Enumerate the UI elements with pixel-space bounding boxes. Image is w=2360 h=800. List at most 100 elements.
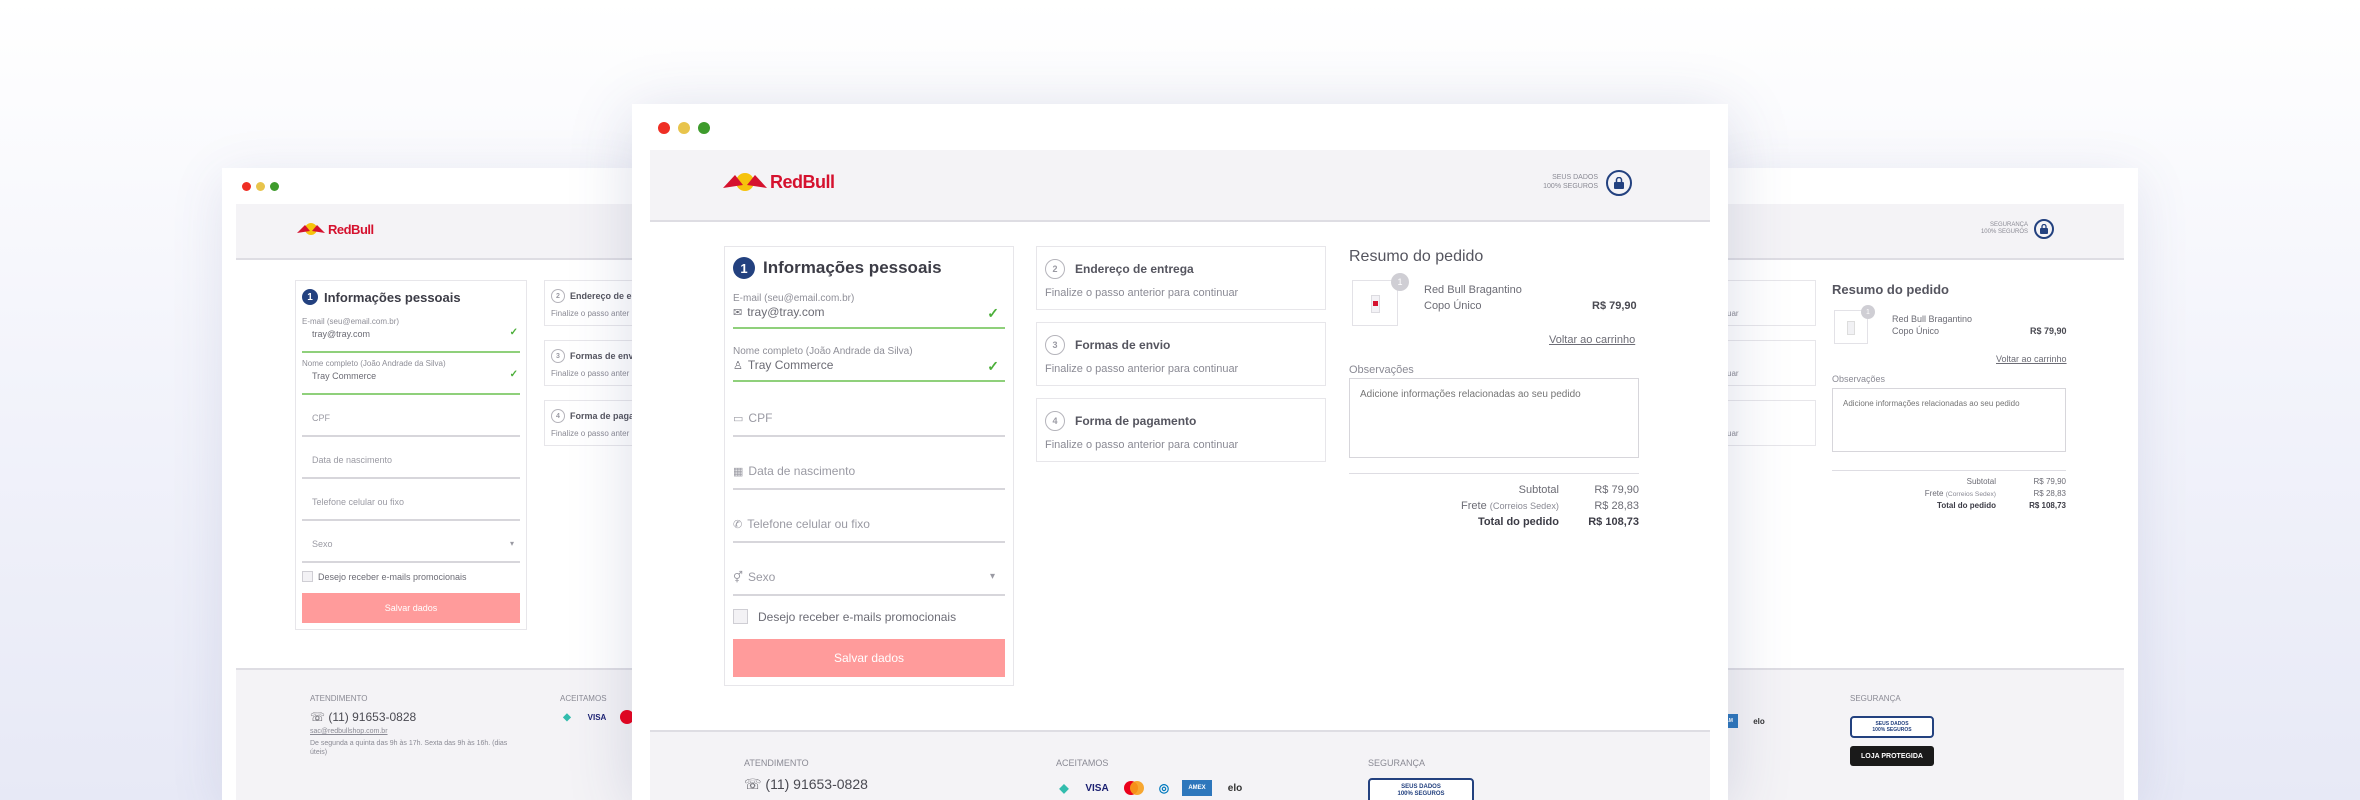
right-summary-divider (1832, 470, 2066, 471)
shipping-method-subtitle: Finalize o passo anterior para continuar (1045, 363, 1239, 375)
left-personal-title: 1 Informações pessoais (302, 289, 461, 305)
notes-textarea[interactable] (1349, 378, 1639, 458)
email-field[interactable]: E-mail (seu@email.com.br) ✉ tray@tray.com… (733, 293, 1005, 329)
phone-icon: ✆ (733, 518, 743, 531)
right-product-name: Red Bull Bragantino (1892, 314, 1973, 324)
email-value: ✉ tray@tray.com (733, 305, 825, 319)
delivery-address-step[interactable]: 2 Endereço de entrega Finalize o passo a… (1036, 246, 1326, 310)
right-step3-subtitle: uar (1727, 369, 1739, 378)
main-minimize-dot-icon[interactable] (678, 122, 690, 134)
right-security-text: SEGURANÇA 100% SEGUROS (1980, 221, 2028, 236)
shipping-method-label: Formas de envio (1075, 338, 1171, 352)
left-cpf-field[interactable]: CPF (302, 409, 520, 437)
left-email-value: tray@tray.com (312, 329, 370, 339)
right-footer-security-title: SEGURANÇA (1850, 694, 1901, 703)
delivery-address-label: Endereço de entrega (1075, 262, 1194, 276)
step-4-number: 4 (1045, 411, 1065, 431)
left-phone-field[interactable]: Telefone celular ou fixo (302, 493, 520, 521)
right-summary-title: Resumo do pedido (1832, 282, 1949, 297)
right-product-price: R$ 79,90 (2030, 326, 2067, 336)
shipping-row: Frete (Correios Sedex) R$ 28,83 (1349, 500, 1639, 512)
payment-method-title: 4 Forma de pagamento (1045, 411, 1196, 431)
product-name: Red Bull Bragantino (1424, 284, 1522, 296)
left-step4-label: Forma de paga (570, 411, 635, 421)
left-cpf-placeholder: CPF (312, 413, 330, 423)
phone-field[interactable]: ✆ Telefone celular ou fixo (733, 511, 1005, 543)
left-footer-email[interactable]: sac@redbullshop.com.br (310, 728, 388, 737)
left-step4-number: 4 (551, 409, 565, 423)
left-name-value: Tray Commerce (312, 371, 377, 381)
right-shipping-row: Frete (Correios Sedex) R$ 28,83 (1924, 489, 2066, 498)
shipping-value: R$ 28,83 (1594, 500, 1639, 512)
left-footer-phone: ☏ (11) 91653-0828 (310, 710, 417, 724)
left-checkbox-box (302, 571, 313, 582)
left-newsletter-checkbox[interactable]: Desejo receber e-mails promocionais (302, 571, 467, 582)
gender-select[interactable]: ⚥ Sexo ▾ (733, 564, 1005, 596)
left-email-check-icon: ✓ (509, 327, 518, 338)
back-to-cart-link[interactable]: Voltar ao carrinho (1549, 334, 1635, 346)
left-email-field[interactable]: E-mail (seu@email.com.br) tray@tray.com … (302, 317, 520, 353)
gender-placeholder: ⚥ Sexo (733, 570, 776, 584)
site-footer: ATENDIMENTO ☏ (11) 91653-0828 ACEITAMOS … (650, 730, 1710, 800)
redbull-logo[interactable]: RedBull (722, 170, 835, 194)
redbull-logo[interactable]: RedBull (296, 221, 374, 237)
right-step3-card: uar (1720, 340, 1816, 386)
notes-label: Observações (1349, 364, 1414, 376)
footer-security-title: SEGURANÇA (1368, 758, 1426, 768)
left-preview-window: RedBull 1 Informações pessoais E-mail (s… (222, 168, 642, 800)
subtotal-value: R$ 79,90 (1594, 484, 1639, 496)
gender-icon: ⚥ (733, 571, 743, 584)
right-security-badge: SEGURANÇA 100% SEGUROS (1981, 219, 2054, 239)
cpf-placeholder: ▭ CPF (733, 411, 773, 425)
shipping-method-step[interactable]: 3 Formas de envio Finalize o passo anter… (1036, 322, 1326, 386)
right-total-row: Total do pedido R$ 108,73 (1937, 501, 2066, 510)
security-badge: SEUS DADOS 100% SEGUROS (1543, 170, 1632, 196)
left-birth-field[interactable]: Data de nascimento (302, 451, 520, 479)
full-name-value: ♙ Tray Commerce (733, 358, 834, 372)
main-close-dot-icon[interactable] (658, 122, 670, 134)
right-preview-window: SEGURANÇA 100% SEGUROS uar uar uar Resum… (1720, 168, 2138, 800)
left-step2-card: 2 Endereço de en Finalize o passo anter (544, 280, 642, 326)
left-name-field[interactable]: Nome completo (João Andrade da Silva) Tr… (302, 359, 520, 395)
elo-icon: elo (1753, 716, 1765, 726)
main-checkout-window: RedBull SEUS DADOS 100% SEGUROS 1 Inform… (632, 104, 1728, 800)
right-back-to-cart-link[interactable]: Voltar ao carrinho (1996, 354, 2067, 364)
left-newsletter-label: Desejo receber e-mails promocionais (318, 571, 467, 582)
left-personal-card: 1 Informações pessoais E-mail (seu@email… (295, 280, 527, 630)
left-chevron-down-icon: ▾ (509, 539, 514, 548)
close-dot-icon[interactable] (242, 182, 251, 191)
birth-date-field[interactable]: ▦ Data de nascimento (733, 458, 1005, 490)
left-step3-label: Formas de envi (570, 351, 637, 361)
left-site-footer: ATENDIMENTO ☏ (11) 91653-0828 sac@redbul… (236, 668, 642, 800)
product-variant: Copo Único (1424, 300, 1482, 312)
left-step4-subtitle: Finalize o passo anter (551, 429, 630, 438)
left-gender-select[interactable]: Sexo ▾ (302, 535, 520, 563)
main-maximize-dot-icon[interactable] (698, 122, 710, 134)
personal-info-title: 1 Informações pessoais (733, 257, 942, 279)
delivery-address-subtitle: Finalize o passo anterior para continuar (1045, 287, 1239, 299)
left-gender-placeholder: Sexo (312, 539, 333, 549)
right-lock-icon (2034, 219, 2054, 239)
left-step3-number: 3 (551, 349, 565, 363)
cpf-field[interactable]: ▭ CPF (733, 405, 1005, 437)
payment-method-step[interactable]: 4 Forma de pagamento Finalize o passo an… (1036, 398, 1326, 462)
subtotal-label: Subtotal (1518, 484, 1559, 496)
diners-icon: ◎ (1158, 781, 1170, 795)
full-name-field[interactable]: Nome completo (João Andrade da Silva) ♙ T… (733, 346, 1005, 382)
shipping-method-title: 3 Formas de envio (1045, 335, 1170, 355)
visa-icon: VISA (587, 712, 607, 722)
maximize-dot-icon[interactable] (270, 182, 279, 191)
site-header: RedBull SEUS DADOS 100% SEGUROS (650, 150, 1710, 222)
minimize-dot-icon[interactable] (256, 182, 265, 191)
newsletter-checkbox[interactable]: Desejo receber e-mails promocionais (733, 609, 956, 624)
order-summary-title: Resumo do pedido (1349, 248, 1484, 265)
user-icon: ♙ (733, 359, 743, 372)
quantity-badge: 1 (1391, 273, 1409, 291)
total-row: Total do pedido R$ 108,73 (1349, 516, 1639, 528)
newsletter-label: Desejo receber e-mails promocionais (758, 609, 957, 624)
save-data-button[interactable]: Salvar dados (733, 639, 1005, 677)
left-name-label: Nome completo (João Andrade da Silva) (302, 359, 446, 368)
left-email-label: E-mail (seu@email.com.br) (302, 317, 400, 326)
left-save-button[interactable]: Salvar dados (302, 593, 520, 623)
right-obs-textarea[interactable] (1832, 388, 2066, 452)
